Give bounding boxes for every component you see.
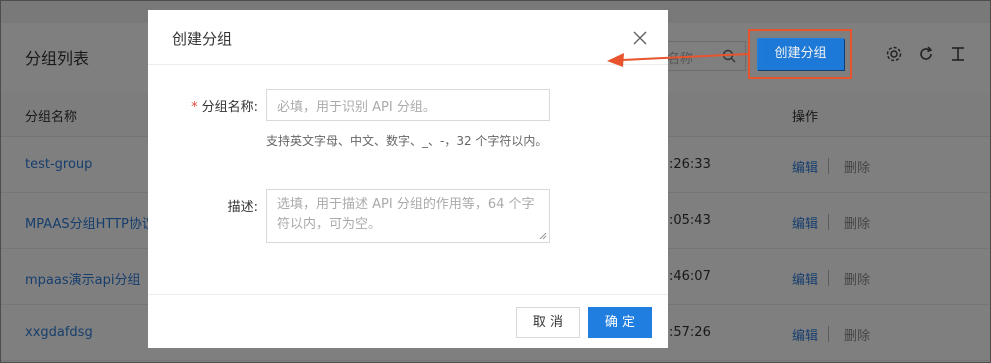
close-icon[interactable] [630, 28, 650, 48]
dialog-footer: 取 消 确 定 [148, 294, 668, 348]
create-group-button-highlighted[interactable]: 创建分组 [757, 38, 844, 70]
confirm-button[interactable]: 确 定 [588, 307, 652, 338]
dialog-title: 创建分组 [172, 30, 233, 48]
group-name-label: * 分组名称: [158, 96, 258, 115]
create-group-dialog: 创建分组 * 分组名称: 必填，用于识别 API 分组。 支持英文字母、中文、数字… [148, 10, 668, 348]
group-name-help: 支持英文字母、中文、数字、_、-，32 个字符以内。 [266, 134, 548, 148]
dialog-header: 创建分组 [148, 10, 668, 65]
resize-handle-icon[interactable] [539, 232, 547, 240]
cancel-button[interactable]: 取 消 [516, 307, 580, 338]
group-name-input[interactable]: 必填，用于识别 API 分组。 [266, 89, 550, 121]
required-mark: * [191, 100, 198, 115]
group-name-label-text: 分组名称: [201, 100, 258, 115]
description-label: 描述: [227, 200, 258, 215]
description-textarea[interactable]: 选填，用于描述 API 分组的作用等，64 个字符以内，可为空。 [266, 189, 550, 243]
description-placeholder: 选填，用于描述 API 分组的作用等，64 个字符以内，可为空。 [277, 197, 535, 232]
